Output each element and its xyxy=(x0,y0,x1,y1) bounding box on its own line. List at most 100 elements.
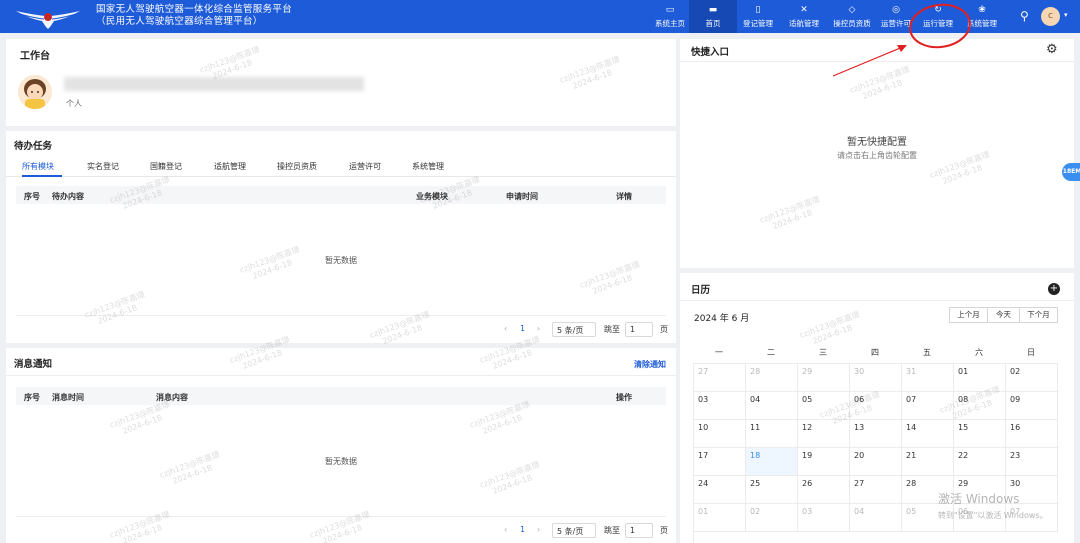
calendar-day-cell[interactable]: 05 xyxy=(798,392,850,420)
calendar-day-cell[interactable]: 15 xyxy=(954,420,1006,448)
col-index: 序号 xyxy=(24,393,40,402)
tab-operation-permit[interactable]: 运营许可 xyxy=(349,161,381,172)
messages-table-header: 序号 消息时间 消息内容 操作 xyxy=(16,387,666,405)
calendar-day-cell[interactable]: 27 xyxy=(694,364,746,392)
calendar-day-cell[interactable]: 04 xyxy=(850,504,902,532)
cycle-icon: ↻ xyxy=(934,5,942,15)
calendar-day-cell[interactable]: 28 xyxy=(746,364,798,392)
prev-page-icon[interactable]: ‹ xyxy=(504,324,507,333)
calendar-day-cell[interactable]: 01 xyxy=(694,504,746,532)
calendar-day-cell[interactable]: 27 xyxy=(850,476,902,504)
current-page[interactable]: 1 xyxy=(520,525,525,534)
next-page-icon[interactable]: › xyxy=(537,525,540,534)
calendar-day-cell[interactable]: 31 xyxy=(902,364,954,392)
calendar-day-cell[interactable]: 14 xyxy=(902,420,954,448)
calendar-day-cell[interactable]: 11 xyxy=(746,420,798,448)
calendar-day-cell[interactable]: 10 xyxy=(694,420,746,448)
weekday-label: 三 xyxy=(819,348,827,357)
calendar-day-cell[interactable]: 03 xyxy=(694,392,746,420)
divider xyxy=(680,300,1074,301)
goto-page-input[interactable]: 1 xyxy=(625,322,653,337)
current-page[interactable]: 1 xyxy=(520,324,525,333)
user-role: 个人 xyxy=(66,99,82,108)
page-size-value: 5 条/页 xyxy=(557,527,584,536)
col-todo-content: 待办内容 xyxy=(52,192,84,201)
calendar-day-cell[interactable]: 08 xyxy=(954,392,1006,420)
tab-airworthiness[interactable]: 适航管理 xyxy=(214,161,246,172)
nav-registration[interactable]: ▯ 登记管理 xyxy=(733,0,783,33)
prev-page-icon[interactable]: ‹ xyxy=(504,525,507,534)
calendar-day-cell[interactable]: 21 xyxy=(902,448,954,476)
divider xyxy=(16,516,666,517)
page-size-select[interactable]: 5 条/页 xyxy=(552,523,596,538)
col-apply-time: 申请时间 xyxy=(506,192,538,201)
nav-system-management[interactable]: ❀ 系统管理 xyxy=(957,0,1007,33)
nav-system-home[interactable]: ▭ 系统主页 xyxy=(645,0,695,33)
todo-title: 待办任务 xyxy=(14,141,53,152)
col-actions: 操作 xyxy=(616,393,632,402)
calendar-day-cell[interactable]: 12 xyxy=(798,420,850,448)
nav-home[interactable]: ▬ 首页 xyxy=(689,0,737,33)
document-icon: ▯ xyxy=(755,5,761,15)
next-month-button[interactable]: 下个月 xyxy=(1019,307,1058,323)
windows-activation-watermark: 激活 Windows 转到"设置"以激活 Windows。 xyxy=(938,490,1048,521)
weekday-label: 六 xyxy=(975,348,983,357)
calendar-day-cell[interactable]: 03 xyxy=(798,504,850,532)
gear-icon[interactable]: ⚙ xyxy=(1046,42,1058,57)
add-event-icon[interactable]: + xyxy=(1048,283,1060,295)
drone-icon: ✕ xyxy=(800,5,808,15)
tab-all-modules[interactable]: 所有模块 xyxy=(22,161,54,172)
user-avatar[interactable]: c xyxy=(1041,7,1060,26)
calendar-day-cell[interactable]: 30 xyxy=(850,364,902,392)
messages-panel xyxy=(6,348,676,543)
calendar-day-cell[interactable]: 17 xyxy=(694,448,746,476)
weekday-label: 日 xyxy=(1027,348,1035,357)
quick-access-hint: 请点击右上角齿轮配置 xyxy=(837,151,917,160)
tab-system-management[interactable]: 系统管理 xyxy=(412,161,444,172)
calendar-day-cell[interactable]: 22 xyxy=(954,448,1006,476)
nav-label: 系统管理 xyxy=(967,19,997,28)
calendar-day-cell[interactable]: 23 xyxy=(1006,448,1058,476)
page-size-select[interactable]: 5 条/页 xyxy=(552,322,596,337)
calendar-day-cell[interactable]: 02 xyxy=(746,504,798,532)
prev-month-button[interactable]: 上个月 xyxy=(949,307,988,323)
calendar-day-cell[interactable]: 20 xyxy=(850,448,902,476)
calendar-day-cell[interactable]: 09 xyxy=(1006,392,1058,420)
calendar-day-cell[interactable]: 25 xyxy=(746,476,798,504)
tab-realname-registration[interactable]: 实名登记 xyxy=(87,161,119,172)
today-button[interactable]: 今天 xyxy=(987,307,1020,323)
side-float-badge[interactable]: 18EM xyxy=(1062,163,1080,181)
calendar-day-cell[interactable]: 02 xyxy=(1006,364,1058,392)
search-icon[interactable]: ⚲ xyxy=(1020,9,1029,23)
tab-nationality-registration[interactable]: 国籍登记 xyxy=(150,161,182,172)
calendar-day-cell[interactable]: 04 xyxy=(746,392,798,420)
calendar-day-cell[interactable]: 29 xyxy=(798,364,850,392)
calendar-day-cell[interactable]: 19 xyxy=(798,448,850,476)
calendar-day-cell[interactable]: 26 xyxy=(798,476,850,504)
weekday-label: 二 xyxy=(767,348,775,357)
calendar-day-cell[interactable]: 24 xyxy=(694,476,746,504)
goto-page-value: 1 xyxy=(630,325,636,334)
calendar-day-cell[interactable]: 06 xyxy=(850,392,902,420)
tab-operator-qualification[interactable]: 操控员资质 xyxy=(277,161,317,172)
cluster-icon: ❀ xyxy=(978,5,986,15)
calendar-day-cell[interactable]: 18 xyxy=(746,448,798,476)
girl-avatar-icon xyxy=(18,75,52,109)
goto-page-input[interactable]: 1 xyxy=(625,523,653,538)
calendar-month-label: 2024 年 6 月 xyxy=(694,314,750,324)
goto-label: 跳至 xyxy=(604,325,620,334)
quick-access-title: 快捷入口 xyxy=(691,47,730,58)
nav-operation-management[interactable]: ↻ 运行管理 xyxy=(913,0,963,33)
calendar-day-cell[interactable]: 07 xyxy=(902,392,954,420)
nav-label: 登记管理 xyxy=(743,19,773,28)
page-unit-label: 页 xyxy=(660,325,668,334)
top-header: 国家无人驾驶航空器一体化综合监管服务平台 （民用无人驾驶航空器综合管理平台） ▭… xyxy=(0,0,1080,33)
nav-airworthiness[interactable]: ✕ 适航管理 xyxy=(779,0,829,33)
calendar-day-cell[interactable]: 01 xyxy=(954,364,1006,392)
next-page-icon[interactable]: › xyxy=(537,324,540,333)
clear-notifications-button[interactable]: 清除通知 xyxy=(634,359,666,370)
calendar-day-cell[interactable]: 16 xyxy=(1006,420,1058,448)
calendar-day-cell[interactable]: 13 xyxy=(850,420,902,448)
nav-label: 运行管理 xyxy=(923,19,953,28)
chevron-down-icon[interactable]: ▾ xyxy=(1064,11,1068,19)
